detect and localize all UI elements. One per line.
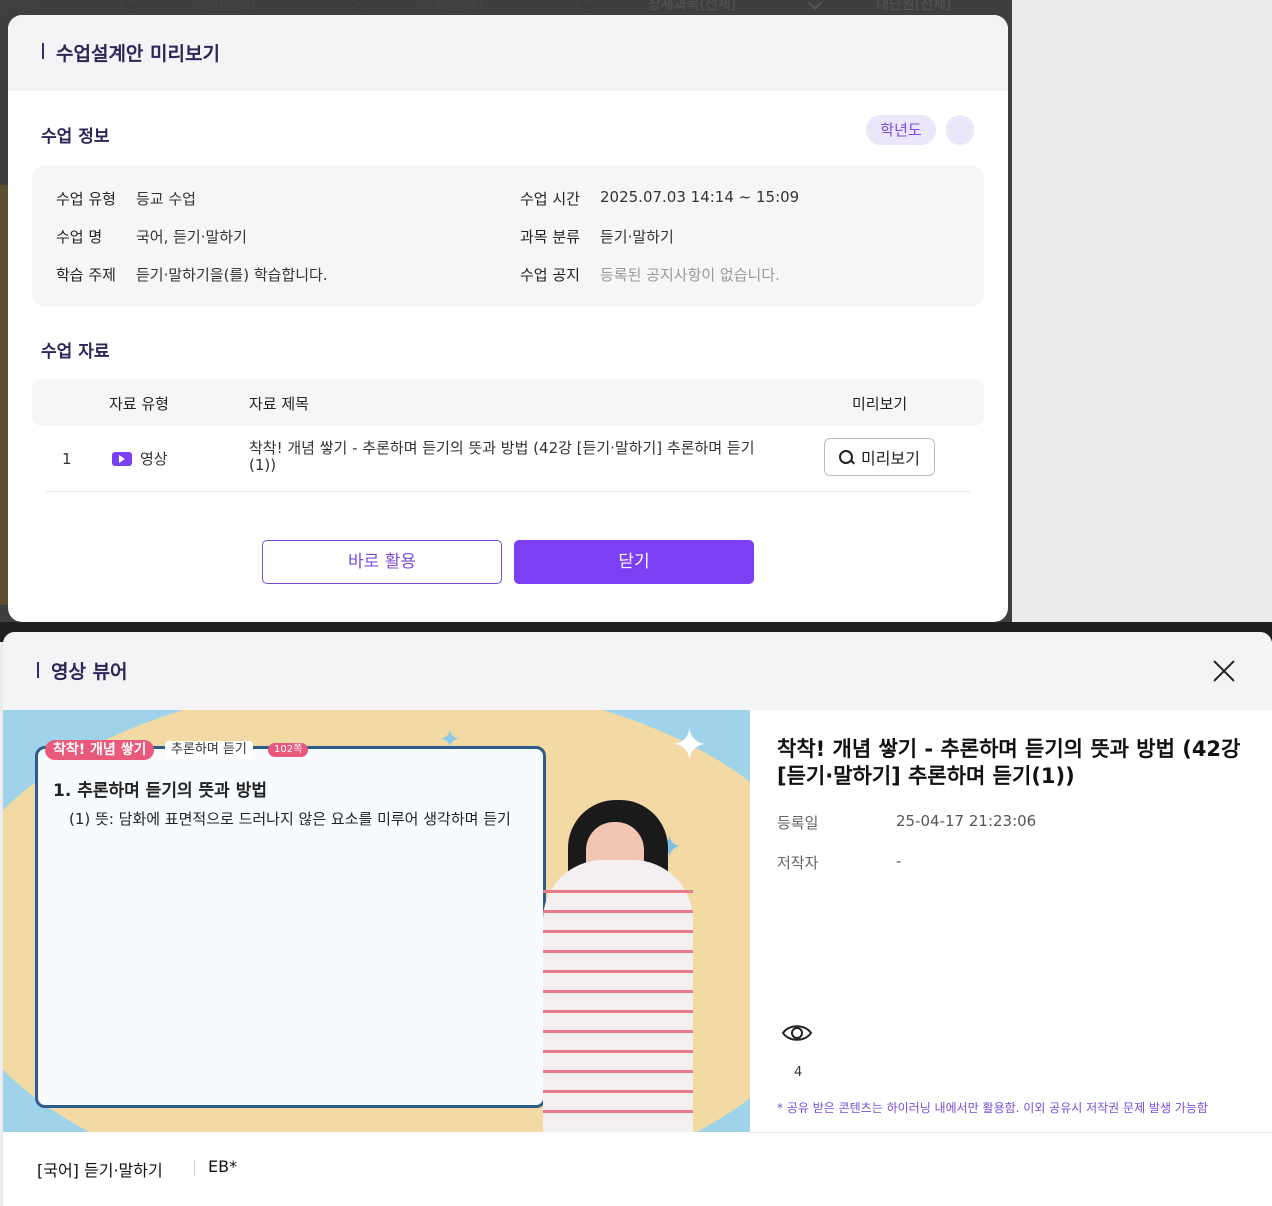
- chevron-down-icon: [579, 0, 595, 11]
- info-label: 수업 시간: [520, 190, 580, 208]
- shirt-stripe: [543, 930, 693, 933]
- shirt-stripe: [543, 1070, 693, 1073]
- background-right: [1012, 0, 1272, 625]
- modal-header: 수업설계안 미리보기: [8, 15, 1008, 91]
- column-header-type: 자료 유형: [109, 395, 169, 413]
- year-chip: 학년도: [866, 115, 936, 145]
- bg-filter-2: 과목(전체): [420, 0, 483, 13]
- title-accent-bar: [42, 43, 44, 59]
- info-label: 수업 공지: [520, 266, 580, 284]
- video-info-panel: 착착! 개념 쌓기 - 추론하며 듣기의 뜻과 방법 (42강 [듣기·말하기]…: [750, 710, 1272, 1133]
- video-player[interactable]: ✦ ✦ ✦ 착착! 개념 쌓기 추론하며 듣기 102쪽 1. 추론하며 듣기의…: [3, 710, 750, 1132]
- chevron-down-icon: [807, 0, 823, 11]
- video-icon: [112, 451, 132, 466]
- lesson-info-box: 수업 유형 등교 수업 수업 명 국어, 듣기·말하기 학습 주제 듣기·말하기…: [32, 165, 984, 307]
- video-tag-sub: 추론하며 듣기: [165, 741, 253, 759]
- use-now-button[interactable]: 바로 활용: [262, 540, 502, 584]
- bg-filter-0: 교과정: [0, 0, 35, 13]
- row-type-label: 영상: [140, 450, 168, 468]
- info-label: 과목 분류: [520, 228, 580, 246]
- shirt-stripe: [543, 970, 693, 973]
- background-filter-bar: 교과정 학년(전체) 과목(전체) 상세과목(전체) 내단원(전체): [0, 0, 1012, 14]
- shirt-stripe: [543, 990, 693, 993]
- info-value: 국어, 듣기·말하기: [136, 228, 247, 246]
- shirt-stripe: [543, 910, 693, 913]
- title-accent-bar: [37, 662, 39, 678]
- shirt-stripe: [543, 950, 693, 953]
- close-button[interactable]: 닫기: [514, 540, 754, 584]
- view-count: 4: [794, 1065, 803, 1080]
- shirt-stripe: [543, 1110, 693, 1113]
- section-title-info: 수업 정보: [41, 127, 110, 147]
- info-label: 학습 주제: [56, 266, 116, 284]
- footer-category: [국어] 듣기·말하기: [37, 1161, 163, 1180]
- info-label: 수업 명: [56, 228, 103, 246]
- lesson-plan-preview-modal: 수업설계안 미리보기 수업 정보 학년도 수업 유형 등교 수업 수업 명 국어…: [8, 15, 1008, 622]
- bg-filter-3: 상세과목(전체): [648, 0, 737, 13]
- info-value: 2025.07.03 14:14 ~ 15:09: [600, 188, 800, 206]
- video-tag-main: 착착! 개념 쌓기: [45, 740, 155, 760]
- row-number: 1: [62, 450, 72, 468]
- viewer-title: 영상 뷰어: [51, 661, 128, 683]
- modal-title: 수업설계안 미리보기: [56, 43, 220, 65]
- video-tag-page: 102쪽: [268, 743, 309, 757]
- table-row: 1 영상 착착! 개념 쌓기 - 추론하며 듣기의 뜻과 방법 (42강 [듣기…: [46, 427, 970, 492]
- shirt-stripe: [543, 1030, 693, 1033]
- star-icon: ✦: [671, 720, 708, 771]
- meta-label-author: 저작자: [777, 854, 819, 872]
- close-icon[interactable]: [1213, 660, 1235, 682]
- shirt-stripe: [543, 890, 693, 893]
- meta-value-author: -: [896, 852, 902, 870]
- viewer-header: 영상 뷰어: [3, 632, 1272, 710]
- info-value: 듣기·말하기을(를) 학습합니다.: [136, 266, 328, 284]
- bg-filter-1: 학년(전체): [193, 0, 256, 13]
- meta-value-date: 25-04-17 21:23:06: [896, 812, 1037, 830]
- column-header-preview: 미리보기: [852, 395, 908, 413]
- chevron-down-icon: [351, 0, 367, 11]
- footer-divider: [194, 1160, 195, 1176]
- shirt-stripe: [543, 1050, 693, 1053]
- board-subline: (1) 뜻: 담화에 표면적으로 드러나지 않은 요소를 미루어 생각하며 듣기: [69, 810, 511, 828]
- viewer-footer: [국어] 듣기·말하기 EB*: [3, 1132, 1272, 1206]
- shirt-stripe: [543, 1010, 693, 1013]
- footer-publisher: EB*: [208, 1157, 238, 1176]
- info-value: 듣기·말하기: [600, 228, 674, 246]
- row-title: 착착! 개념 쌓기 - 추론하며 듣기의 뜻과 방법 (42강 [듣기·말하기]…: [249, 439, 755, 474]
- meta-label-date: 등록일: [777, 814, 819, 832]
- chevron-down-icon: [123, 0, 139, 11]
- preview-button-label: 미리보기: [861, 449, 920, 468]
- bg-filter-4: 내단원(전체): [876, 0, 952, 13]
- shirt-stripe: [543, 1090, 693, 1093]
- row-type: 영상: [112, 448, 168, 469]
- preview-button[interactable]: 미리보기: [824, 438, 935, 476]
- video-viewer-modal: 영상 뷰어 ✦ ✦ ✦ 착착! 개념 쌓기 추론하며 듣기 102쪽 1. 추론…: [3, 632, 1272, 1206]
- column-header-title: 자료 제목: [249, 395, 309, 413]
- section-title-materials: 수업 자료: [41, 342, 110, 362]
- info-value: 등교 수업: [136, 190, 196, 208]
- info-label: 수업 유형: [56, 190, 116, 208]
- copyright-notice: * 공유 받은 콘텐츠는 하이러닝 내에서만 활용함. 이외 공유시 저작권 문…: [777, 1101, 1208, 1115]
- search-icon: [839, 450, 854, 464]
- board-heading: 1. 추론하며 듣기의 뜻과 방법: [53, 781, 268, 801]
- eye-icon: [782, 1025, 812, 1041]
- year-chip-circle: [946, 115, 974, 145]
- materials-table-header: 자료 유형 자료 제목 미리보기: [32, 379, 984, 426]
- video-title: 착착! 개념 쌓기 - 추론하며 듣기의 뜻과 방법 (42강 [듣기·말하기]…: [777, 737, 1241, 788]
- info-value: 등록된 공지사항이 없습니다.: [600, 266, 780, 284]
